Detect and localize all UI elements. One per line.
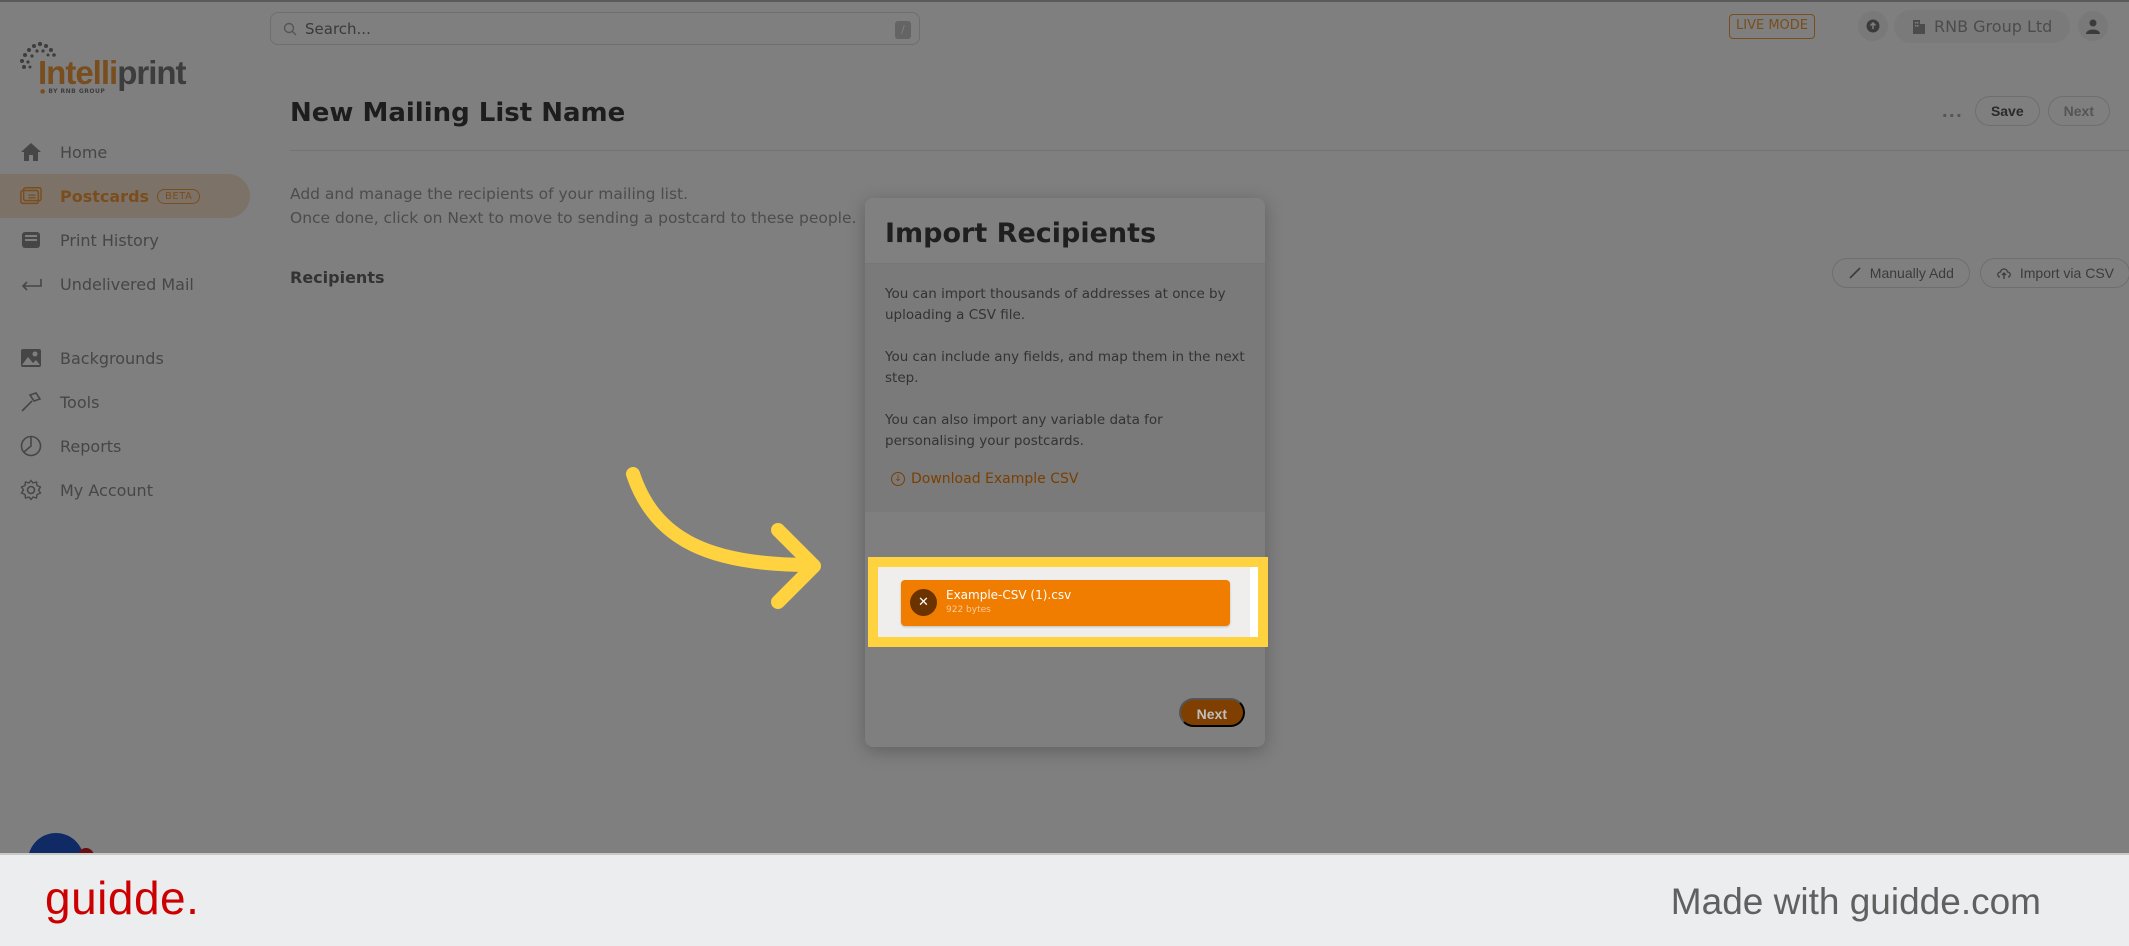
download-link-label: Download Example CSV [911, 471, 1079, 487]
made-with-text: Made with guidde.com [1670, 881, 2041, 922]
top-border [0, 0, 2129, 2]
import-recipients-modal: Import Recipients You can import thousan… [865, 198, 1265, 747]
highlight-frame: ✕ Example-CSV (1).csv 922 bytes [868, 557, 1268, 647]
file-dropzone[interactable]: ✕ Example-CSV (1).csv 922 bytes [878, 567, 1250, 637]
download-circle-icon: ↓ [891, 472, 905, 486]
guidde-footer: guidde. Made with guidde.com [0, 853, 2129, 946]
modal-paragraph: You can include any fields, and map them… [885, 349, 1245, 386]
guidde-logo: guidde. [45, 872, 200, 924]
file-size: 922 bytes [946, 605, 991, 615]
modal-header: Import Recipients [865, 198, 1265, 264]
modal-title: Import Recipients [885, 218, 1157, 249]
modal-paragraph: You can also import any variable data fo… [885, 412, 1163, 449]
uploaded-file-chip: ✕ Example-CSV (1).csv 922 bytes [901, 580, 1230, 626]
modal-next-button[interactable]: Next [1178, 698, 1245, 727]
modal-paragraph: You can import thousands of addresses at… [885, 286, 1226, 323]
remove-file-button[interactable]: ✕ [910, 589, 937, 616]
file-name: Example-CSV (1).csv [946, 588, 1072, 602]
download-example-csv-link[interactable]: ↓ Download Example CSV [885, 471, 1245, 487]
guide-arrow-icon [626, 467, 821, 609]
modal-body: You can import thousands of addresses at… [865, 264, 1265, 512]
